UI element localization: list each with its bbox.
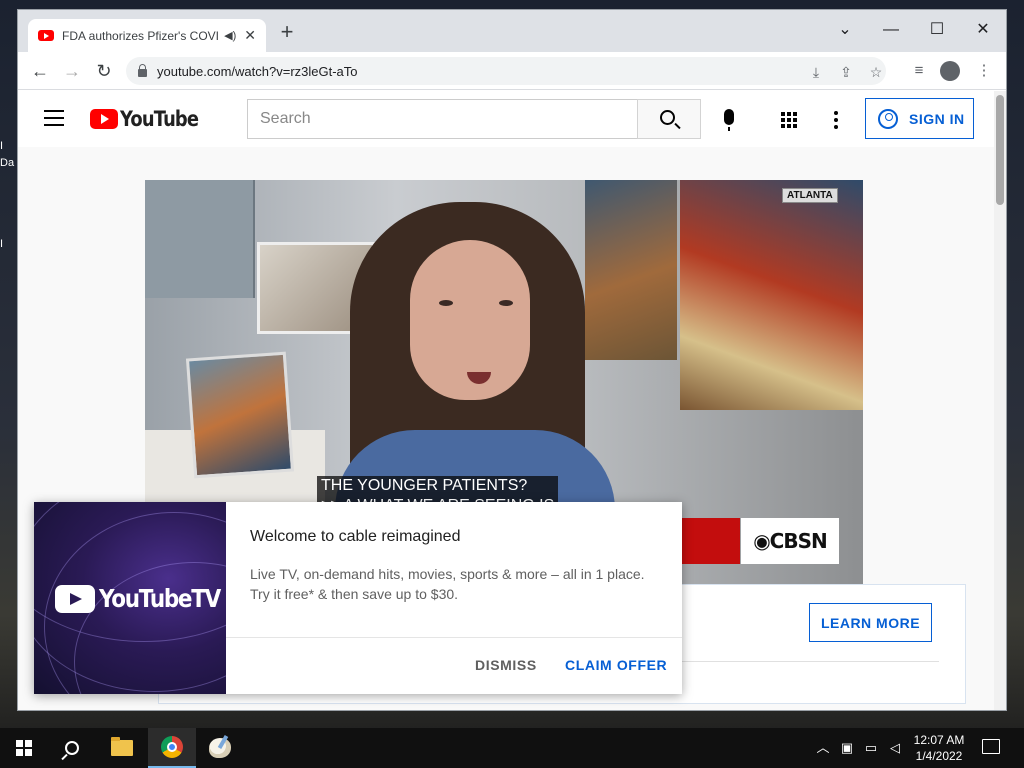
chrome-menu-icon[interactable]: ⋮: [972, 59, 996, 83]
video-scene-cat-picture: [185, 351, 295, 479]
claim-offer-button[interactable]: CLAIM OFFER: [565, 657, 667, 673]
sign-in-label: SIGN IN: [909, 110, 965, 127]
news-banner: [672, 518, 740, 564]
clock-date: 1/4/2022: [915, 749, 963, 763]
speaker-icon[interactable]: ◀): [224, 29, 236, 42]
desktop-icon-fragment: Da: [0, 157, 15, 169]
windows-logo-icon: [16, 740, 32, 756]
sign-in-button[interactable]: SIGN IN: [865, 98, 974, 139]
promo-title: Welcome to cable reimagined: [250, 528, 461, 545]
search-icon: [660, 110, 675, 125]
youtube-tv-play-icon: [55, 584, 95, 613]
page-scrollbar[interactable]: [994, 91, 1006, 710]
bookmark-star-icon[interactable]: ☆: [866, 62, 886, 82]
youtube-play-icon: [90, 109, 118, 129]
reload-button[interactable]: ↻: [91, 58, 117, 84]
taskbar-search-button[interactable]: [48, 728, 96, 768]
tab-search-dropdown-icon[interactable]: ⌄: [822, 16, 868, 44]
network-icon[interactable]: ▭: [862, 739, 880, 757]
youtube-tv-wordmark: YouTubeTV: [99, 584, 221, 613]
video-scene-painting: [680, 180, 863, 410]
security-icon[interactable]: ▣: [838, 739, 856, 757]
url-text[interactable]: youtube.com/watch?v=rz3leGt-aTo: [157, 64, 358, 79]
desktop-icon-fragment: I: [0, 238, 4, 250]
apps-grid-icon[interactable]: [781, 112, 797, 128]
youtube-tv-logo: YouTubeTV: [55, 584, 226, 613]
settings-more-icon[interactable]: [834, 111, 838, 129]
clock-time: 12:07 AM: [913, 733, 965, 747]
menu-icon[interactable]: [44, 110, 64, 126]
share-icon[interactable]: ⇪: [836, 62, 856, 82]
microphone-icon[interactable]: [724, 109, 734, 131]
volume-muted-icon[interactable]: ◁: [886, 739, 904, 757]
youtube-logo[interactable]: YouTube: [90, 107, 212, 131]
paint-icon: [209, 738, 231, 758]
new-tab-button[interactable]: +: [276, 21, 298, 44]
lock-icon[interactable]: [138, 64, 147, 77]
promo-description-line: Try it free* & then save up to $30.: [250, 586, 459, 602]
video-person-eye: [439, 300, 453, 306]
account-icon: [878, 108, 898, 129]
dismiss-button[interactable]: DISMISS: [475, 657, 537, 673]
learn-more-button[interactable]: LEARN MORE: [809, 603, 932, 642]
search-icon: [65, 741, 79, 755]
caption-line: THE YOUNGER PATIENTS?: [321, 477, 528, 494]
reading-list-icon[interactable]: ≡: [907, 59, 931, 83]
notification-center-icon[interactable]: [982, 739, 1000, 754]
chrome-taskbar-button[interactable]: [148, 728, 196, 768]
system-clock[interactable]: 12:07 AM 1/4/2022: [908, 732, 970, 764]
video-scene-cabinet: [145, 180, 255, 298]
minimize-button[interactable]: —: [868, 16, 914, 44]
cbsn-logo: ◉CBSN: [741, 518, 839, 564]
profile-avatar-icon[interactable]: [940, 61, 960, 81]
file-explorer-button[interactable]: [98, 728, 146, 768]
close-window-button[interactable]: ✕: [960, 16, 1006, 44]
forward-button[interactable]: →: [59, 58, 85, 84]
scrollbar-thumb[interactable]: [996, 95, 1004, 205]
search-input[interactable]: Search: [247, 99, 638, 139]
chrome-icon: [161, 736, 183, 758]
video-person-eye: [499, 300, 513, 306]
promo-description-line: Live TV, on-demand hits, movies, sports …: [250, 566, 645, 582]
youtube-tv-promo-dialog: YouTubeTV Welcome to cable reimagined Li…: [34, 502, 682, 694]
location-badge: ATLANTA: [782, 188, 838, 203]
browser-tab[interactable]: FDA authorizes Pfizer's COVI ◀) ✕: [28, 19, 266, 52]
divider: [226, 637, 682, 638]
back-button[interactable]: ←: [27, 58, 53, 84]
tab-title: FDA authorizes Pfizer's COVI: [62, 28, 220, 43]
maximize-button[interactable]: ☐: [914, 16, 960, 44]
folder-icon: [111, 737, 133, 756]
taskbar: ︿ ▣ ▭ ◁ 12:07 AM 1/4/2022: [0, 728, 1024, 768]
browser-toolbar: ← → ↻ youtube.com/watch?v=rz3leGt-aTo ⤓ …: [18, 52, 1006, 90]
promo-artwork: YouTubeTV: [34, 502, 226, 694]
search-button[interactable]: [637, 99, 701, 139]
title-bar: FDA authorizes Pfizer's COVI ◀) ✕ + ⌄ — …: [18, 10, 1006, 52]
start-button[interactable]: [0, 728, 48, 768]
youtube-header: YouTube Search SIGN IN: [18, 91, 994, 147]
youtube-favicon-icon: [38, 30, 54, 41]
address-bar[interactable]: youtube.com/watch?v=rz3leGt-aTo ⤓ ⇪ ☆: [126, 57, 886, 85]
youtube-wordmark: YouTube: [120, 107, 199, 131]
show-hidden-icons-chevron-icon[interactable]: ︿: [814, 739, 832, 757]
paint-taskbar-button[interactable]: [196, 728, 244, 768]
promo-description: Live TV, on-demand hits, movies, sports …: [250, 564, 645, 604]
install-icon[interactable]: ⤓: [806, 62, 826, 82]
divider: [679, 661, 939, 662]
video-scene-painting: [585, 180, 677, 360]
desktop-icon-fragment: I: [0, 140, 4, 152]
tab-close-icon[interactable]: ✕: [244, 27, 256, 44]
